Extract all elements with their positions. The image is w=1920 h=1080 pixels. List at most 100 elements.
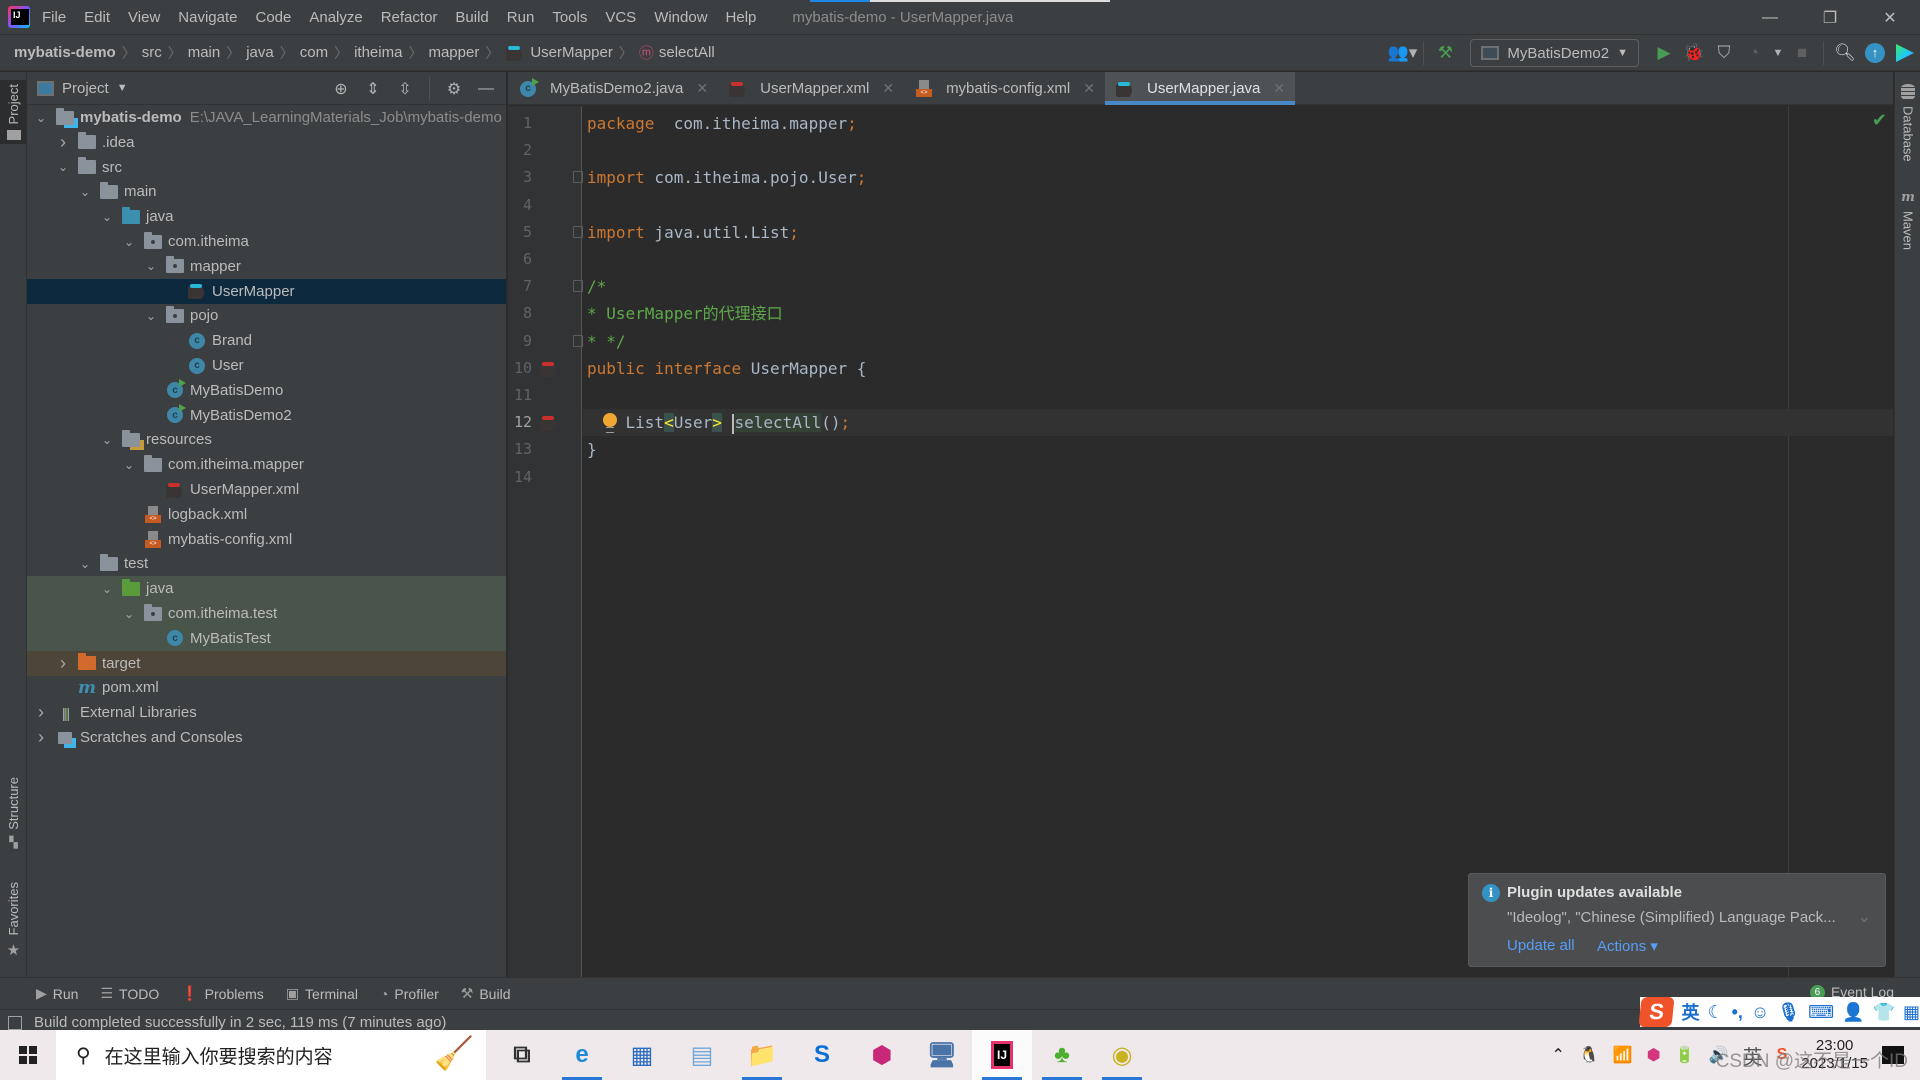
tool-tab-profiler[interactable]: ◔ Profiler [380, 986, 439, 1002]
taskbar-search-box[interactable]: ⚲ 在这里输入你要搜索的内容 🧹 [56, 1030, 486, 1080]
breadcrumb-item[interactable]: src [142, 44, 162, 61]
close-tab-icon[interactable]: ✕ [1083, 80, 1095, 97]
chevron-right-icon[interactable]: › [55, 653, 71, 674]
close-button[interactable]: ✕ [1860, 0, 1920, 35]
breadcrumb-item[interactable]: UserMapper [505, 44, 613, 61]
chevron-down-icon[interactable]: ⌄ [121, 607, 137, 621]
tree-item[interactable]: UserMapper.xml [27, 477, 506, 502]
expand-all-icon[interactable]: ⇕ [359, 75, 387, 103]
tool-tab-problems[interactable]: ❗ Problems [181, 985, 264, 1002]
close-tab-icon[interactable]: ✕ [882, 80, 894, 97]
punctuation-icon[interactable]: •, [1732, 1002, 1743, 1023]
hide-panel-icon[interactable]: — [472, 75, 500, 103]
close-tab-icon[interactable]: ✕ [1273, 80, 1285, 97]
menu-vcs[interactable]: VCS [605, 9, 636, 26]
chevron-down-icon[interactable]: ⌄ [77, 185, 93, 199]
tree-item[interactable]: m pom.xml [27, 675, 506, 700]
run-icon[interactable]: ▶ [1649, 38, 1679, 68]
tool-tab-todo[interactable]: ☰ TODO [100, 985, 159, 1002]
stop-icon[interactable]: ■ [1787, 38, 1817, 68]
project-tool-tab[interactable]: Project [0, 80, 27, 145]
fold-marker-icon[interactable] [573, 225, 583, 238]
mybatis-navigate-icon[interactable] [540, 360, 560, 377]
taskbar-app-edge[interactable]: e [552, 1030, 612, 1080]
sogou-logo-icon[interactable]: S [1638, 997, 1676, 1027]
moon-icon[interactable]: ☾ [1707, 1002, 1723, 1023]
tree-item[interactable]: UserMapper [27, 278, 506, 304]
breadcrumb-item[interactable]: itheima [354, 44, 402, 61]
tree-item[interactable]: ⌄ mybatis-demo E:\JAVA_LearningMaterials_J… [27, 105, 506, 130]
locate-icon[interactable]: ⊕ [327, 75, 355, 103]
chevron-down-icon[interactable]: ⌄ [99, 210, 115, 224]
chevron-down-icon[interactable]: ⌄ [121, 458, 137, 472]
microphone-icon[interactable]: 🎙︎ [1777, 1002, 1800, 1023]
editor-tab[interactable]: UserMapper.java ✕ [1105, 72, 1296, 105]
start-button[interactable] [0, 1030, 56, 1080]
fold-marker-icon[interactable] [573, 280, 583, 293]
taskbar-app-microsoft-store[interactable]: ▦ [612, 1030, 672, 1080]
emoji-icon[interactable]: ☺ [1751, 1002, 1769, 1023]
taskbar-app-task-view[interactable]: ⧉ [492, 1030, 552, 1080]
taskbar-app-app-s[interactable]: S [792, 1030, 852, 1080]
tool-tab-run[interactable]: ▶ Run [36, 985, 78, 1002]
breadcrumb-item[interactable]: mybatis-demo [14, 44, 116, 61]
qq-icon[interactable]: 🐧 [1579, 1045, 1599, 1065]
chevron-down-icon[interactable]: ⌄ [143, 259, 159, 273]
tree-item[interactable]: ⌄ resources [27, 427, 506, 452]
tree-item[interactable]: ⌄ com.itheima.test [27, 601, 506, 626]
tree-item[interactable]: c MyBatisDemo2 [27, 403, 506, 428]
minimize-button[interactable]: — [1740, 0, 1800, 35]
taskbar-app-jetbrains-toolbox[interactable]: ⬢ [852, 1030, 912, 1080]
breadcrumb-item[interactable]: com [300, 44, 328, 61]
taskbar-app-network-app[interactable]: 🖥 [912, 1030, 972, 1080]
chevron-right-icon[interactable]: › [33, 702, 49, 723]
restore-button[interactable]: ❐ [1800, 0, 1860, 35]
tree-item[interactable]: ⌄ main [27, 179, 506, 204]
taskbar-app-green-app[interactable]: ♣ [1032, 1030, 1092, 1080]
menu-view[interactable]: View [128, 9, 160, 26]
tree-item[interactable]: mybatis-config.xml [27, 527, 506, 552]
editor-tab[interactable]: mybatis-config.xml ✕ [904, 72, 1105, 105]
fold-marker-icon[interactable] [573, 171, 583, 184]
tree-item[interactable]: ⌄ test [27, 551, 506, 576]
keyboard-icon[interactable]: ⌨ [1808, 1002, 1834, 1023]
status-message[interactable]: Build completed successfully in 2 sec, 1… [34, 1014, 446, 1031]
collapse-all-icon[interactable]: ⇳ [391, 75, 419, 103]
breadcrumb-item[interactable]: mapper [428, 44, 479, 61]
update-all-link[interactable]: Update all [1507, 937, 1575, 954]
menu-build[interactable]: Build [455, 9, 488, 26]
tree-item[interactable]: c Brand [27, 328, 506, 353]
chevron-down-icon[interactable]: ⌄ [121, 235, 137, 249]
tree-item[interactable]: ⌄ com.itheima [27, 229, 506, 254]
tree-item[interactable]: ⌄ src [27, 155, 506, 180]
toolbox-icon[interactable]: ▦ [1903, 1002, 1920, 1023]
maven-tool-tab[interactable]: m Maven [1895, 190, 1920, 250]
breadcrumb-item[interactable]: java [246, 44, 274, 61]
chevron-down-icon[interactable]: ⌄ [33, 111, 49, 125]
tree-item[interactable]: ⌄ com.itheima.mapper [27, 452, 506, 477]
project-view-selector[interactable]: Project ▼ [37, 80, 128, 97]
close-tab-icon[interactable]: ✕ [696, 80, 708, 97]
chevron-down-icon[interactable]: ⌄ [99, 433, 115, 447]
tree-item[interactable]: logback.xml [27, 502, 506, 527]
search-icon[interactable]: 🔍︎ [1830, 38, 1860, 68]
profile-icon[interactable]: ◔ [1739, 38, 1769, 68]
menu-navigate[interactable]: Navigate [178, 9, 237, 26]
code-editor[interactable]: ✔ package com.itheima.mapper; import com.… [573, 106, 1893, 977]
favorites-tool-tab[interactable]: Favorites ★ [0, 882, 27, 959]
no-problems-check-icon[interactable]: ✔ [1872, 110, 1887, 131]
tree-item[interactable]: › target [27, 650, 506, 676]
chevron-right-icon[interactable]: › [33, 727, 49, 748]
editor-tab[interactable]: c MyBatisDemo2.java ✕ [508, 72, 718, 105]
taskbar-app-file-explorer[interactable]: 📁 [732, 1030, 792, 1080]
tree-item[interactable]: c MyBatisDemo [27, 378, 506, 403]
coverage-icon[interactable]: ⛉ [1709, 38, 1739, 68]
battery-icon[interactable]: 🔋 [1675, 1045, 1695, 1065]
chevron-down-icon[interactable]: ⌄ [1858, 907, 1871, 927]
mybatis-navigate-icon[interactable] [540, 415, 560, 432]
database-tool-tab[interactable]: Database [1895, 84, 1920, 162]
user-icon[interactable]: 👤 [1842, 1002, 1864, 1023]
menu-analyze[interactable]: Analyze [309, 9, 362, 26]
toggle-tool-windows-icon[interactable] [8, 1015, 22, 1030]
tree-item[interactable]: ⌄ java [27, 576, 506, 602]
